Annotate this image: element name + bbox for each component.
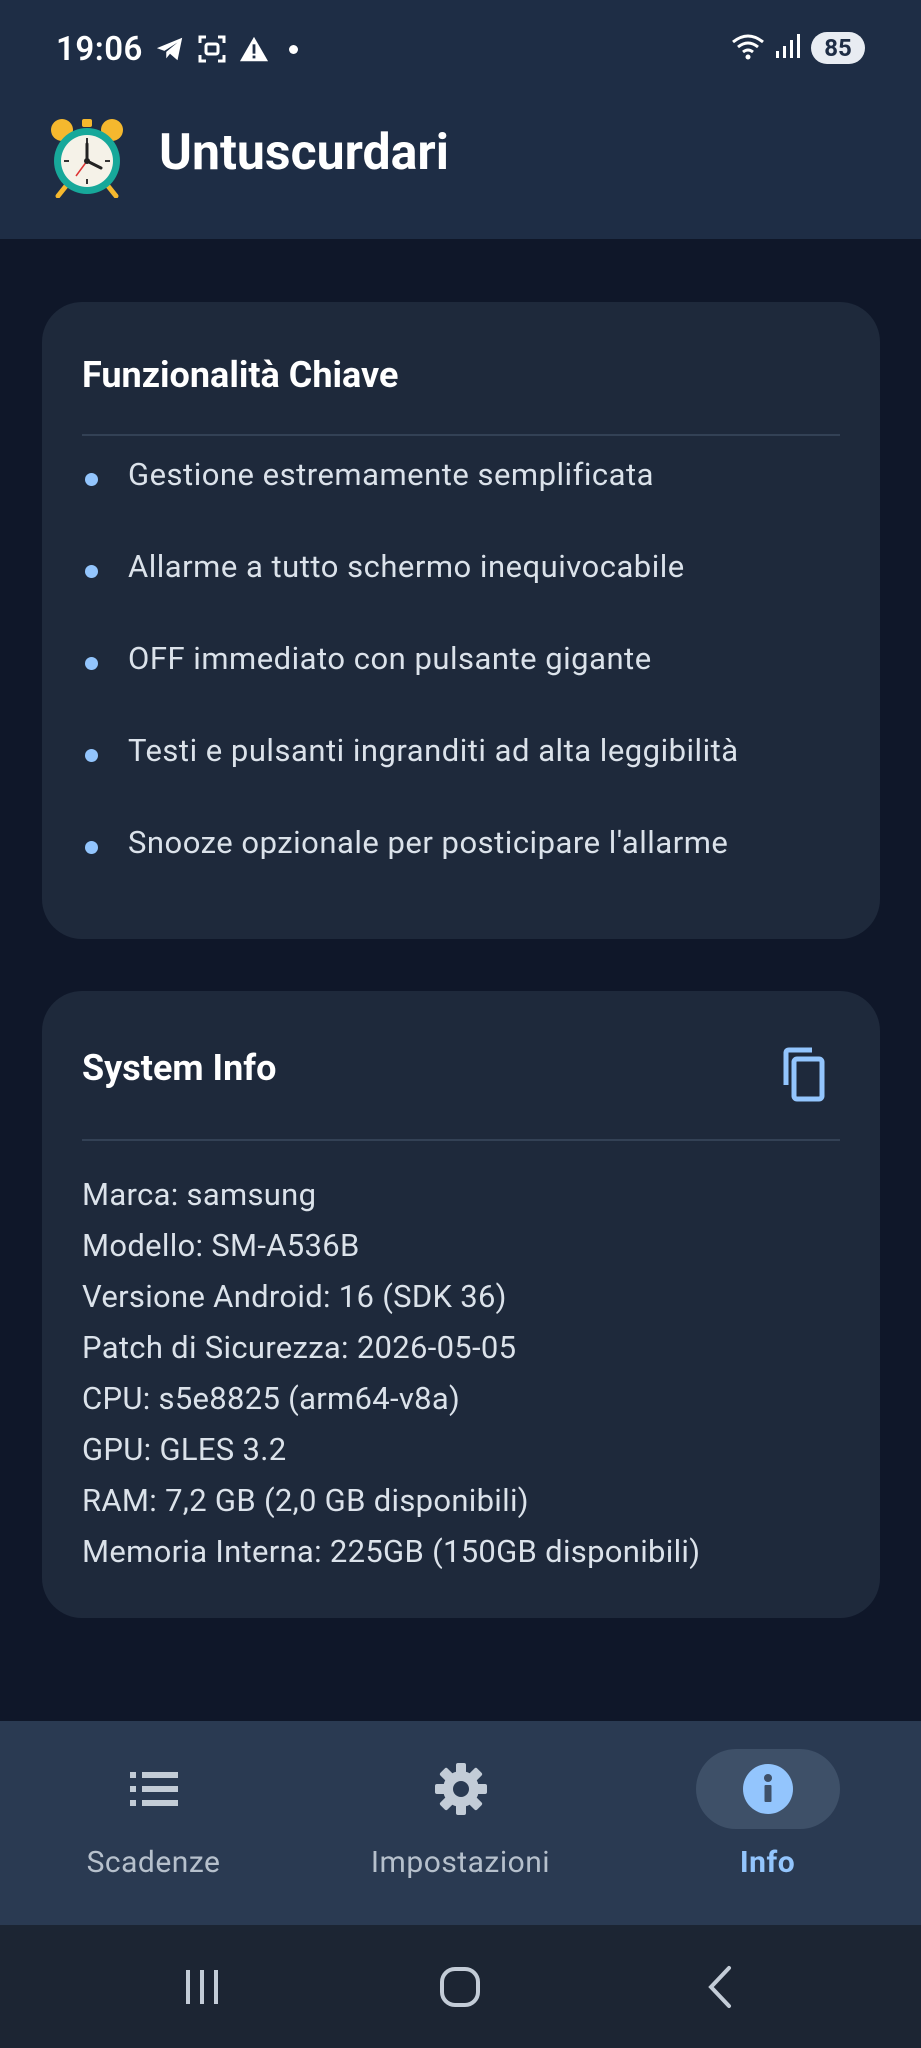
bullet-icon (85, 473, 98, 486)
feature-text: Snooze opzionale per posticipare l'allar… (128, 824, 729, 861)
feature-item: Testi e pulsanti ingranditi ad alta legg… (82, 732, 840, 824)
feature-item: Allarme a tutto schermo inequivocabile (82, 548, 840, 640)
screenshot-icon (197, 34, 227, 64)
telegram-icon (155, 34, 185, 64)
list-icon (82, 1749, 226, 1829)
nav-item-impostazioni[interactable]: Impostazioni (307, 1721, 614, 1925)
wifi-icon (731, 32, 765, 64)
signal-icon (775, 33, 801, 63)
gear-icon (389, 1749, 533, 1829)
features-card-title: Funzionalità Chiave (82, 354, 399, 396)
status-notification-icons (155, 34, 298, 64)
nav-label: Info (739, 1845, 796, 1880)
nav-item-scadenze[interactable]: Scadenze (0, 1721, 307, 1925)
system-info-line: RAM: 7,2 GB (2,0 GB disponibili) (82, 1482, 529, 1519)
notification-dot (289, 44, 298, 54)
warning-icon (239, 34, 269, 64)
back-icon[interactable] (690, 1957, 750, 2017)
system-info-line: Versione Android: 16 (SDK 36) (82, 1278, 507, 1315)
recents-icon[interactable] (172, 1957, 232, 2017)
status-bar: 19:06 85 (0, 0, 921, 106)
system-info-line: CPU: s5e8825 (arm64-v8a) (82, 1380, 461, 1417)
bullet-icon (85, 749, 98, 762)
status-time: 19:06 (56, 30, 143, 69)
feature-item: Snooze opzionale per posticipare l'allar… (82, 824, 840, 916)
bullet-icon (85, 657, 98, 670)
copy-icon (783, 1047, 825, 1102)
features-card: Funzionalità Chiave Gestione estremament… (42, 302, 880, 939)
system-info-divider (82, 1139, 840, 1141)
system-info-line: GPU: GLES 3.2 (82, 1431, 287, 1468)
nav-item-info[interactable]: Info (614, 1721, 921, 1925)
feature-text: Allarme a tutto schermo inequivocabile (128, 548, 685, 585)
battery-icon: 85 (811, 32, 865, 64)
feature-text: Gestione estremamente semplificata (128, 456, 654, 493)
system-info-title: System Info (82, 1047, 277, 1089)
system-navigation-bar (0, 1925, 921, 2048)
feature-item: Gestione estremamente semplificata (82, 456, 840, 548)
feature-text: Testi e pulsanti ingranditi ad alta legg… (128, 732, 739, 769)
features-divider (82, 434, 840, 436)
home-icon[interactable] (430, 1957, 490, 2017)
info-icon (695, 1749, 840, 1829)
nav-label: Scadenze (86, 1845, 221, 1880)
app-title: Untuscurdari (159, 124, 449, 182)
status-system-icons: 85 (731, 32, 865, 64)
system-info-line: Memoria Interna: 225GB (150GB disponibil… (82, 1533, 701, 1570)
system-info-card: System Info Marca: samsung Modello: SM-A… (42, 991, 880, 1618)
system-info-line: Modello: SM-A536B (82, 1227, 360, 1264)
feature-item: OFF immediato con pulsante gigante (82, 640, 840, 732)
feature-text: OFF immediato con pulsante gigante (128, 640, 652, 677)
system-info-line: Marca: samsung (82, 1176, 317, 1213)
bullet-icon (85, 841, 98, 854)
app-bar: Untuscurdari (0, 106, 921, 239)
bottom-navigation: Scadenze Impostazioni Info (0, 1721, 921, 1925)
features-list: Gestione estremamente semplificata Allar… (82, 456, 840, 916)
alarm-clock-icon (48, 116, 126, 199)
copy-button[interactable] (778, 1047, 828, 1103)
nav-label: Impostazioni (370, 1845, 551, 1880)
bullet-icon (85, 565, 98, 578)
system-info-line: Patch di Sicurezza: 2026-05-05 (82, 1329, 517, 1366)
system-info-list: Marca: samsung Modello: SM-A536B Version… (82, 1169, 840, 1577)
